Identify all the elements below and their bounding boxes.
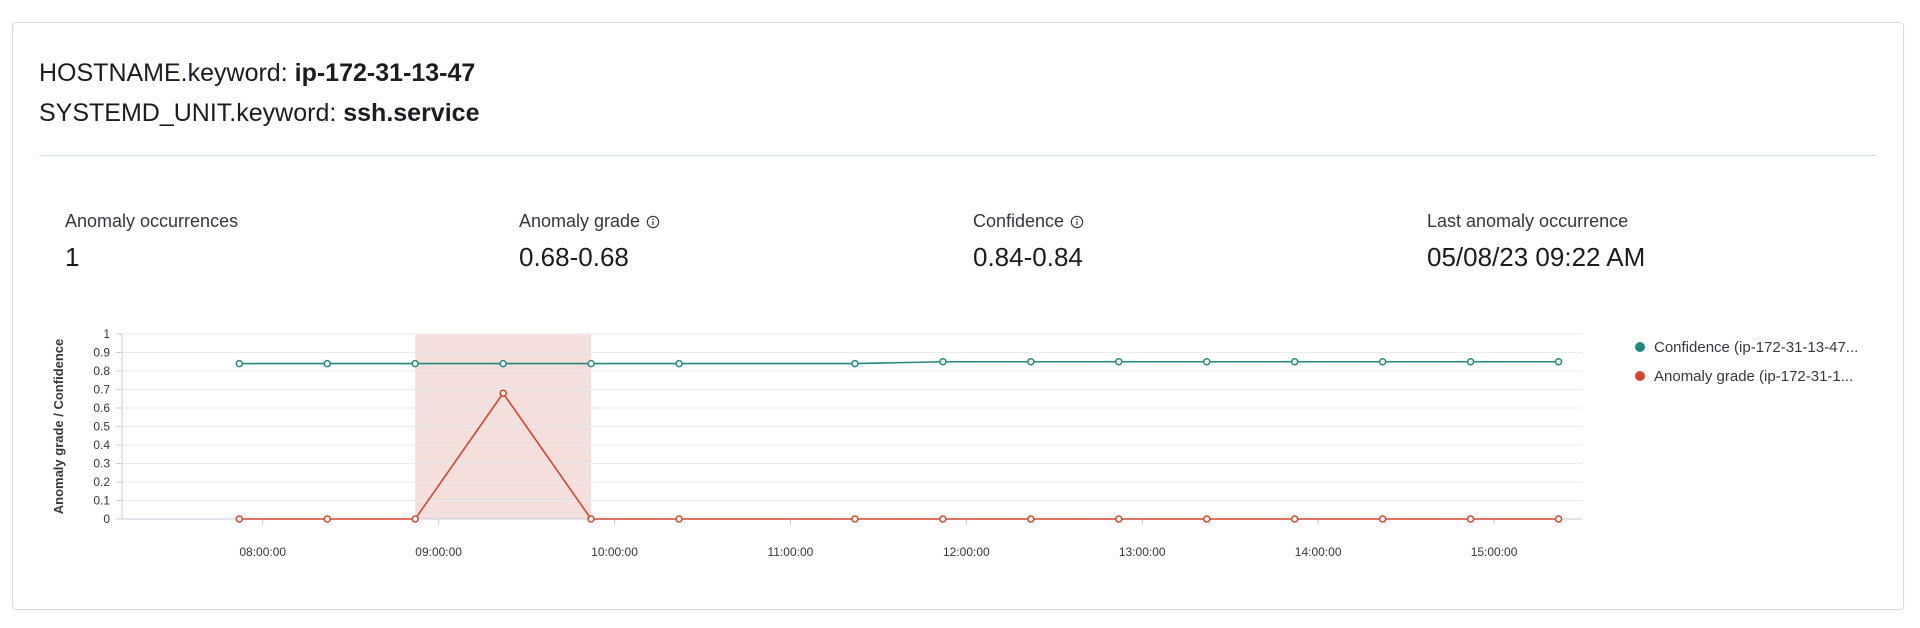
data-point — [1027, 515, 1035, 523]
data-point — [587, 359, 595, 368]
x-tick-label: 13:00:00 — [1119, 545, 1166, 559]
data-point — [675, 515, 683, 523]
data-point — [499, 389, 507, 397]
y-axis-title: Anomaly grade / Confidence — [51, 339, 66, 515]
y-tick-label: 1 — [103, 327, 110, 341]
data-point — [1554, 358, 1563, 366]
data-point — [1202, 358, 1211, 366]
legend-label: Anomaly grade (ip-172-31-1... — [1654, 368, 1853, 385]
y-tick-label: 0.7 — [93, 383, 110, 397]
data-point — [411, 515, 419, 523]
x-tick-label: 10:00:00 — [591, 545, 638, 559]
data-point — [1115, 358, 1123, 366]
data-point — [1554, 515, 1563, 523]
data-point — [1378, 358, 1387, 366]
y-tick-label: 0 — [103, 512, 110, 526]
anomaly-chart: 0 0.1 0.2 0.3 0.4 0.5 0.6 0.7 0.8 0.9 1 08:00:00 09:… — [51, 327, 1858, 559]
data-point — [1290, 358, 1299, 366]
legend-swatch — [1635, 342, 1645, 352]
data-point — [851, 359, 859, 368]
x-tick-label: 15:00:00 — [1471, 545, 1518, 559]
data-point — [851, 515, 859, 523]
y-tick-label: 0.4 — [93, 438, 110, 452]
data-point — [411, 359, 419, 368]
data-point — [1115, 515, 1123, 523]
y-tick-label: 0.3 — [93, 457, 110, 471]
data-point — [1466, 358, 1475, 366]
data-point — [1027, 358, 1035, 366]
data-point — [1290, 515, 1299, 523]
legend-label: Confidence (ip-172-31-13-47... — [1654, 339, 1858, 356]
data-point — [1466, 515, 1475, 523]
data-point — [323, 359, 331, 368]
data-point — [939, 358, 947, 366]
x-tick-label: 12:00:00 — [943, 545, 990, 559]
y-tick-label: 0.2 — [93, 475, 110, 489]
x-tick-label: 14:00:00 — [1295, 545, 1342, 559]
y-tick-label: 0.5 — [93, 420, 110, 434]
x-tick-label: 08:00:00 — [239, 545, 286, 559]
data-point — [499, 359, 507, 368]
x-tick-label: 09:00:00 — [415, 545, 462, 559]
legend-swatch — [1635, 371, 1645, 381]
data-point — [939, 515, 947, 523]
data-point — [587, 515, 595, 523]
y-tick-label: 0.8 — [93, 364, 110, 378]
data-point — [235, 359, 244, 368]
y-tick-label: 0.9 — [93, 346, 110, 360]
data-point — [1378, 515, 1387, 523]
data-point — [323, 515, 331, 523]
data-point — [675, 359, 683, 368]
y-tick-label: 0.6 — [93, 401, 110, 415]
x-tick-label: 11:00:00 — [768, 545, 814, 559]
y-tick-label: 0.1 — [93, 494, 110, 508]
data-point — [235, 515, 244, 523]
data-point — [1202, 515, 1211, 523]
